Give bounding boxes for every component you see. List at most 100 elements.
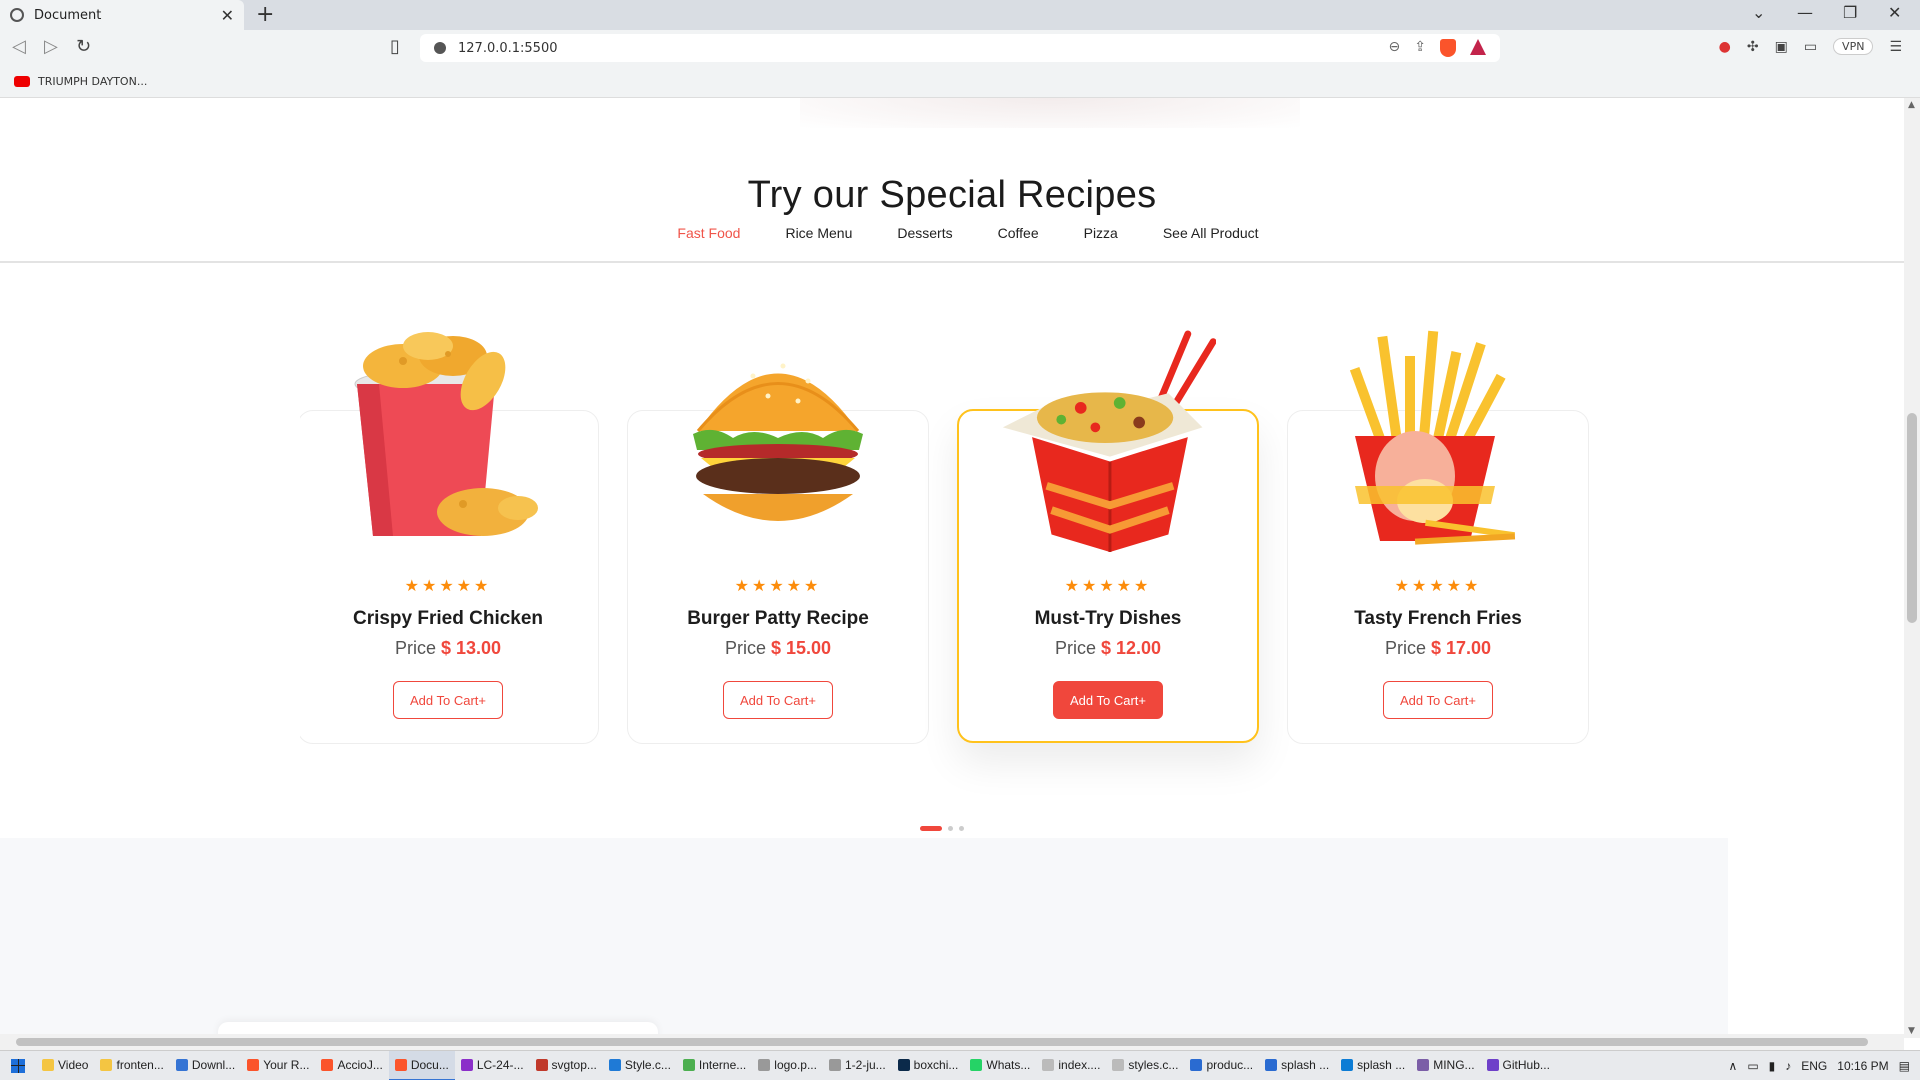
taskbar-item[interactable]: boxchi... bbox=[892, 1051, 965, 1080]
close-tab-icon[interactable]: ✕ bbox=[221, 6, 234, 25]
add-to-cart-button[interactable]: Add To Cart+ bbox=[1383, 681, 1493, 719]
category-filter-tabs: Fast Food Rice Menu Desserts Coffee Pizz… bbox=[0, 225, 1904, 241]
filter-coffee[interactable]: Coffee bbox=[998, 225, 1039, 241]
extension-color-icon[interactable]: ● bbox=[1719, 39, 1731, 55]
carousel-dot-1[interactable] bbox=[920, 826, 942, 831]
zoom-icon[interactable]: ⊖ bbox=[1389, 39, 1401, 57]
taskbar-item[interactable]: Downl... bbox=[170, 1051, 241, 1080]
next-section-background bbox=[0, 838, 1728, 1038]
minimize-button[interactable]: — bbox=[1797, 3, 1813, 22]
forward-icon[interactable]: ▷ bbox=[44, 36, 58, 57]
folder-icon bbox=[100, 1058, 113, 1071]
back-icon[interactable]: ◁ bbox=[12, 36, 26, 57]
filter-pizza[interactable]: Pizza bbox=[1084, 225, 1118, 241]
edge-icon bbox=[1341, 1058, 1354, 1071]
taskbar-item[interactable]: Video bbox=[36, 1051, 94, 1080]
menu-icon[interactable]: ☰ bbox=[1889, 39, 1902, 55]
app-icon bbox=[682, 1058, 695, 1071]
scroll-down-arrow-icon[interactable]: ▼ bbox=[1908, 1026, 1915, 1036]
vscode-icon bbox=[608, 1058, 621, 1071]
git-icon bbox=[1417, 1058, 1430, 1071]
taskbar-item[interactable]: produc... bbox=[1184, 1051, 1259, 1080]
restore-button[interactable]: ❐ bbox=[1843, 3, 1857, 22]
filter-fast-food[interactable]: Fast Food bbox=[677, 225, 740, 241]
url-text[interactable]: 127.0.0.1:5500 bbox=[458, 41, 558, 56]
address-bar[interactable]: 127.0.0.1:5500 ⊖ ⇪ bbox=[420, 34, 1500, 62]
bookmark-item[interactable]: TRIUMPH DAYTON... bbox=[38, 75, 147, 88]
taskbar-item[interactable]: MING... bbox=[1411, 1051, 1480, 1080]
horizontal-scrollbar[interactable] bbox=[0, 1034, 1904, 1050]
network-icon[interactable]: ▭ bbox=[1747, 1059, 1758, 1073]
chevron-up-icon[interactable]: ∧ bbox=[1729, 1059, 1738, 1073]
app-icon bbox=[535, 1058, 548, 1071]
tab-search-icon[interactable]: ⌄ bbox=[1752, 3, 1765, 22]
start-button[interactable] bbox=[0, 1051, 36, 1080]
noodle-box-image bbox=[1002, 330, 1216, 552]
rating-stars: ★★★★★ bbox=[404, 576, 492, 595]
product-name: Tasty French Fries bbox=[1354, 608, 1522, 629]
taskbar-item[interactable]: logo.p... bbox=[752, 1051, 823, 1080]
taskbar-item[interactable]: svgtop... bbox=[530, 1051, 603, 1080]
close-window-button[interactable]: ✕ bbox=[1888, 3, 1901, 22]
filter-desserts[interactable]: Desserts bbox=[897, 225, 952, 241]
folder-icon bbox=[42, 1058, 54, 1071]
brave-icon bbox=[321, 1058, 334, 1071]
vertical-scrollbar[interactable]: ▲ ▼ bbox=[1904, 98, 1920, 1038]
price-label: Price bbox=[1054, 638, 1096, 658]
taskbar-item[interactable]: Whats... bbox=[964, 1051, 1036, 1080]
windows-logo-icon bbox=[11, 1058, 25, 1073]
extensions-icon[interactable]: ✣ bbox=[1747, 39, 1759, 55]
taskbar-item[interactable]: Your R... bbox=[241, 1051, 315, 1080]
wallet-icon[interactable]: ▭ bbox=[1804, 39, 1817, 55]
browser-tab[interactable]: Document ✕ bbox=[0, 0, 244, 30]
carousel-dot-3[interactable] bbox=[959, 826, 964, 831]
taskbar-item[interactable]: Style.c... bbox=[603, 1051, 677, 1080]
taskbar-item[interactable]: splash ... bbox=[1335, 1051, 1411, 1080]
french-fries-image bbox=[1349, 330, 1516, 545]
carousel-dot-2[interactable] bbox=[948, 826, 953, 831]
product-price: Price $ 17.00 bbox=[1287, 638, 1589, 659]
taskbar-item-active[interactable]: Docu... bbox=[388, 1050, 455, 1080]
taskbar-item[interactable]: LC-24-... bbox=[455, 1051, 530, 1080]
share-icon[interactable]: ⇪ bbox=[1414, 39, 1426, 57]
archive-icon bbox=[460, 1058, 473, 1071]
add-to-cart-button[interactable]: Add To Cart+ bbox=[723, 681, 833, 719]
clock[interactable]: 10:16 PM bbox=[1837, 1059, 1888, 1073]
vpn-button[interactable]: VPN bbox=[1833, 38, 1874, 55]
brave-rewards-icon[interactable] bbox=[1470, 39, 1486, 55]
rating-stars: ★★★★★ bbox=[1394, 576, 1482, 595]
vertical-scroll-thumb[interactable] bbox=[1907, 413, 1917, 623]
sidebar-icon[interactable]: ▣ bbox=[1775, 39, 1788, 55]
section-divider bbox=[0, 261, 1904, 263]
horizontal-scroll-thumb[interactable] bbox=[16, 1038, 1868, 1046]
add-to-cart-button[interactable]: Add To Cart+ bbox=[1053, 681, 1163, 719]
bookmark-icon[interactable]: ▯ bbox=[390, 36, 400, 57]
reload-icon[interactable]: ↻ bbox=[76, 36, 91, 57]
product-name: Burger Patty Recipe bbox=[687, 608, 869, 629]
taskbar-item[interactable]: fronten... bbox=[94, 1051, 169, 1080]
taskbar-item[interactable]: splash ... bbox=[1259, 1051, 1335, 1080]
filter-rice-menu[interactable]: Rice Menu bbox=[785, 225, 852, 241]
filter-see-all[interactable]: See All Product bbox=[1163, 225, 1259, 241]
taskbar-item[interactable]: 1-2-ju... bbox=[823, 1051, 892, 1080]
taskbar-item[interactable]: GitHub... bbox=[1481, 1051, 1556, 1080]
taskbar-item[interactable]: index.... bbox=[1036, 1051, 1106, 1080]
brave-shields-icon[interactable] bbox=[1440, 39, 1456, 57]
brave-icon bbox=[247, 1058, 260, 1071]
language-indicator[interactable]: ENG bbox=[1801, 1059, 1827, 1073]
brave-icon bbox=[394, 1058, 407, 1071]
new-tab-button[interactable]: + bbox=[256, 2, 274, 27]
notifications-icon[interactable]: ▤ bbox=[1899, 1059, 1910, 1073]
file-icon bbox=[1042, 1058, 1055, 1071]
page-viewport: Try our Special Recipes Fast Food Rice M… bbox=[0, 98, 1904, 1038]
add-to-cart-button[interactable]: Add To Cart+ bbox=[393, 681, 503, 719]
taskbar-item[interactable]: styles.c... bbox=[1106, 1051, 1184, 1080]
taskbar-item[interactable]: Interne... bbox=[677, 1051, 752, 1080]
battery-icon[interactable]: ▮ bbox=[1769, 1059, 1776, 1073]
volume-icon[interactable]: ♪ bbox=[1785, 1059, 1791, 1073]
taskbar-item[interactable]: AccioJ... bbox=[315, 1051, 388, 1080]
rating-stars: ★★★★★ bbox=[1064, 576, 1152, 595]
product-price: Price $ 13.00 bbox=[297, 638, 599, 659]
site-info-icon[interactable] bbox=[434, 42, 446, 54]
scroll-up-arrow-icon[interactable]: ▲ bbox=[1908, 100, 1915, 110]
